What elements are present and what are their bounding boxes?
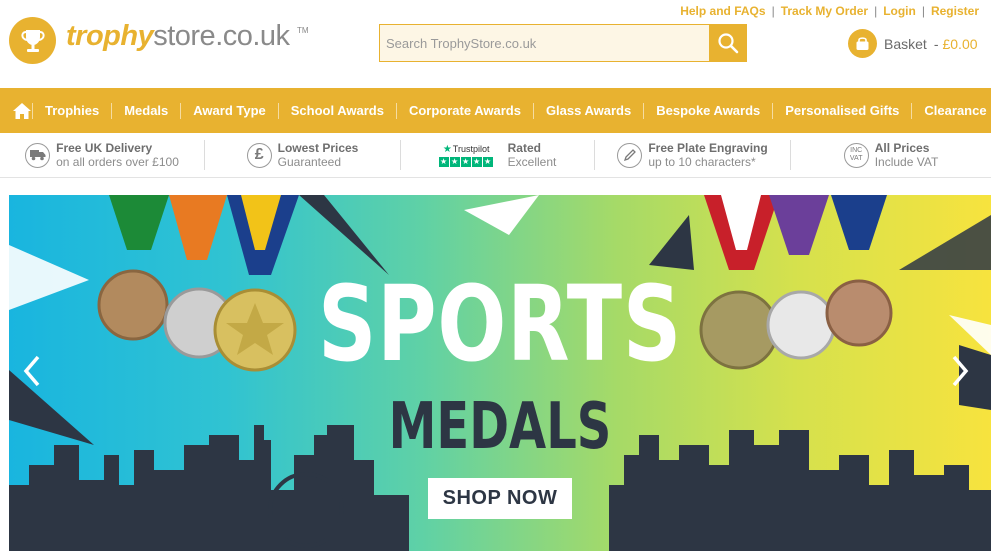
- logo-text-trophy: trophy: [66, 20, 154, 52]
- chevron-right-icon: [952, 355, 969, 387]
- usp-subtitle: Excellent: [507, 155, 557, 169]
- basket-amount: £0.00: [942, 35, 978, 52]
- chevron-left-icon: [23, 355, 40, 387]
- banner-prev-arrow[interactable]: [23, 355, 47, 395]
- nav-clearance[interactable]: Clearance: [911, 102, 991, 119]
- login-link[interactable]: Login: [883, 4, 916, 18]
- banner-next-arrow[interactable]: [951, 355, 975, 395]
- nav-bespoke-awards[interactable]: Bespoke Awards: [643, 102, 772, 119]
- nav-glass-awards[interactable]: Glass Awards: [532, 102, 643, 119]
- trustpilot-brand: ★ Trustpilot: [442, 143, 490, 155]
- usp-subtitle: on all orders over £100: [56, 155, 179, 169]
- separator: |: [921, 4, 925, 18]
- usp-text: Free Plate Engraving up to 10 characters…: [648, 141, 767, 169]
- search-button[interactable]: [709, 24, 747, 62]
- nav-award-type[interactable]: Award Type: [180, 102, 277, 119]
- nav-medals[interactable]: Medals: [111, 102, 180, 119]
- logo-wordmark: trophystore.co.uk: [66, 20, 290, 53]
- usp-title: Free UK Delivery: [56, 141, 153, 155]
- usp-title: Lowest Prices: [277, 141, 359, 155]
- help-faqs-link[interactable]: Help and FAQs: [680, 4, 765, 18]
- pound-icon: £: [246, 142, 272, 168]
- site-logo[interactable]: trophystore.co.uk: [9, 17, 290, 64]
- usp-title: Free Plate Engraving: [648, 141, 768, 155]
- usp-free-delivery: Free UK Delivery on all orders over £100: [0, 140, 205, 170]
- home-icon: [13, 102, 31, 119]
- trademark-mark: TM: [297, 26, 309, 35]
- trophy-logo-icon: [9, 17, 56, 64]
- hero-banner[interactable]: SPORTS MEDALS SHOP NOW: [9, 195, 991, 551]
- engraving-pen-icon: [617, 142, 643, 168]
- shop-now-button[interactable]: SHOP NOW: [428, 478, 572, 519]
- nav-personalised-gifts[interactable]: Personalised Gifts: [772, 102, 911, 119]
- trustpilot-brand-text: Trustpilot: [452, 144, 490, 154]
- trustpilot-stars: ★ ★ ★ ★ ★: [438, 156, 493, 167]
- trustpilot-icon: ★ Trustpilot ★ ★ ★ ★ ★: [438, 143, 494, 167]
- basket-label: Basket: [884, 35, 927, 52]
- basket-icon: [848, 29, 877, 58]
- usp-title: Rated: [507, 141, 541, 155]
- separator: |: [771, 4, 775, 18]
- main-nav: Trophies Medals Award Type School Awards…: [0, 88, 991, 133]
- usp-text: All Prices Include VAT: [875, 141, 939, 169]
- usp-text: Free UK Delivery on all orders over £100: [56, 141, 179, 169]
- inc-vat-icon: INC VAT: [843, 142, 869, 168]
- nav-corporate-awards[interactable]: Corporate Awards: [395, 102, 533, 119]
- basket-separator: -: [933, 35, 939, 52]
- separator: |: [874, 4, 878, 18]
- register-link[interactable]: Register: [931, 4, 979, 18]
- usp-free-engraving: Free Plate Engraving up to 10 characters…: [595, 140, 791, 170]
- search-icon: [718, 33, 739, 54]
- usp-trustpilot-rating[interactable]: ★ Trustpilot ★ ★ ★ ★ ★ Rated Excellent: [401, 140, 595, 170]
- truck-icon: [25, 142, 51, 168]
- usp-subtitle: Guaranteed: [277, 155, 342, 169]
- banner-headline: SPORTS: [317, 263, 683, 385]
- logo-text-store: store.co.uk: [153, 20, 290, 52]
- nav-school-awards[interactable]: School Awards: [277, 102, 396, 119]
- usp-inc-vat: INC VAT All Prices Include VAT: [791, 140, 991, 170]
- usp-subtitle: up to 10 characters*: [648, 155, 756, 169]
- usp-bar: Free UK Delivery on all orders over £100…: [0, 133, 991, 178]
- usp-lowest-prices: £ Lowest Prices Guaranteed: [205, 140, 401, 170]
- nav-trophies[interactable]: Trophies: [32, 102, 111, 119]
- top-links: Help and FAQs | Track My Order | Login | Regis…: [680, 4, 979, 18]
- basket-button[interactable]: Basket - £0.00: [848, 29, 978, 58]
- search-input[interactable]: [379, 24, 709, 62]
- usp-title: All Prices: [874, 141, 930, 155]
- search-bar: [379, 24, 747, 62]
- track-order-link[interactable]: Track My Order: [781, 4, 868, 18]
- usp-subtitle: Include VAT: [874, 155, 939, 169]
- usp-text: Lowest Prices Guaranteed: [278, 141, 359, 169]
- nav-home-button[interactable]: [12, 102, 32, 120]
- usp-text: Rated Excellent: [508, 141, 557, 169]
- banner-subheadline: MEDALS: [388, 390, 612, 464]
